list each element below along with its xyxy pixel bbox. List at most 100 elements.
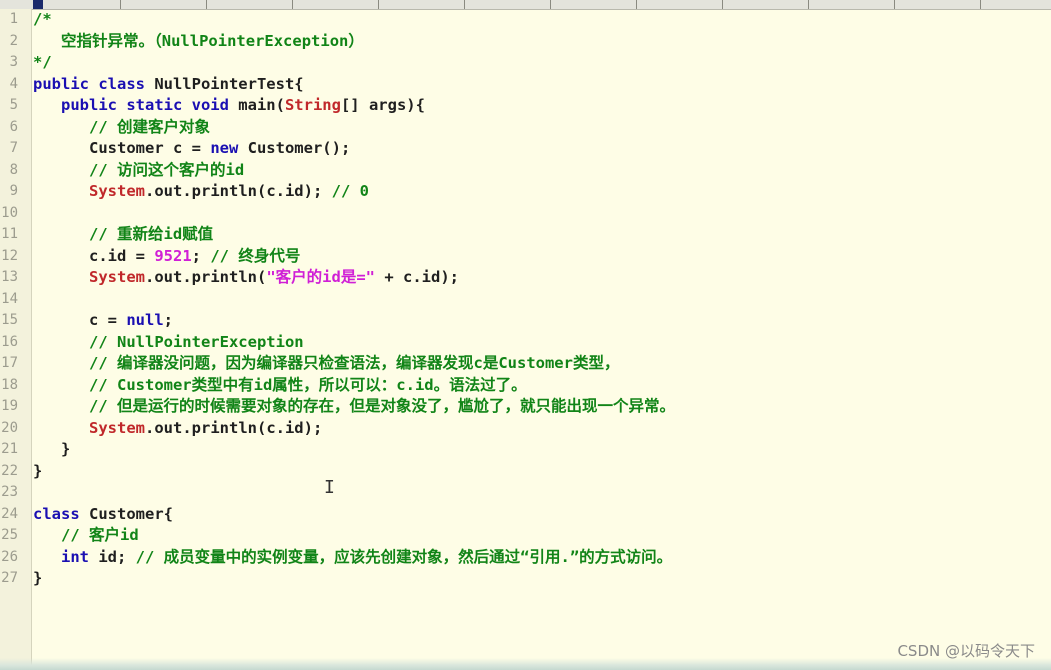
code-token: new xyxy=(210,139,239,157)
code-text: System.out.println("客户的id是=" + c.id); xyxy=(33,267,459,288)
code-text: /* xyxy=(33,9,52,30)
line-number: 15 xyxy=(1,312,18,328)
code-token: c = xyxy=(33,311,127,329)
code-token: */ xyxy=(33,53,52,71)
code-token: } xyxy=(33,440,71,458)
code-token: } xyxy=(33,569,43,587)
text-cursor-ibeam-icon: I xyxy=(324,477,335,498)
line-number: 20 xyxy=(1,419,18,436)
ruler-tick xyxy=(464,0,465,9)
code-token: [] args){ xyxy=(340,96,425,114)
code-token: + c.id); xyxy=(375,268,459,286)
code-line[interactable]: 1 /* xyxy=(0,9,1051,30)
line-number: 17 xyxy=(1,355,18,371)
line-number: 3 xyxy=(9,54,18,70)
code-line[interactable]: 10 xyxy=(0,203,1051,224)
code-token: null xyxy=(126,311,164,329)
code-text: // NullPointerException xyxy=(33,332,304,353)
code-token: // 客户id xyxy=(33,526,139,544)
code-token: // 成员变量中的实例变量，应该先创建对象，然后通过“引用.”的方式访问。 xyxy=(135,547,673,566)
code-token: System xyxy=(89,268,145,286)
code-token: NullPointerTest{ xyxy=(144,74,304,93)
code-line[interactable]: 22} xyxy=(0,461,1051,482)
code-token: public static void xyxy=(33,96,229,114)
code-text: } xyxy=(33,568,42,589)
code-text: // Customer类型中有id属性，所以可以：c.id。语法过了。 xyxy=(33,375,527,396)
code-line[interactable]: 24 class Customer{ xyxy=(0,504,1051,525)
code-token: ; xyxy=(163,311,173,329)
code-line[interactable]: 21 } xyxy=(0,439,1051,460)
code-token: System xyxy=(89,182,145,200)
code-line[interactable]: 3 */ xyxy=(0,52,1051,73)
code-token: // NullPointerException xyxy=(33,332,304,351)
line-number: 9 xyxy=(9,183,18,199)
ruler-tick xyxy=(206,0,207,9)
line-number: 22 xyxy=(1,462,18,479)
code-token: .out.println(c.id); xyxy=(145,182,332,200)
code-line[interactable]: 27} xyxy=(0,568,1051,589)
code-line[interactable]: 25 // 客户id xyxy=(0,525,1051,546)
line-number: 16 xyxy=(1,333,18,350)
code-token: id; xyxy=(89,547,136,566)
code-text: System.out.println(c.id); xyxy=(33,418,322,439)
code-text: // 客户id xyxy=(33,525,139,546)
line-number: 7 xyxy=(9,140,18,156)
code-line[interactable]: 5 public static void main(String[] args)… xyxy=(0,95,1051,116)
code-token: 9521 xyxy=(154,246,192,265)
code-token: /* xyxy=(33,10,52,28)
code-line[interactable]: 16 // NullPointerException xyxy=(0,332,1051,353)
line-number: 6 xyxy=(9,118,18,135)
code-token: // 编译器没问题，因为编译器只检查语法，编译器发现c是Customer类型， xyxy=(33,354,620,372)
code-token: .out.println( xyxy=(145,268,267,286)
line-number: 27 xyxy=(1,570,18,586)
code-line[interactable]: 8 // 访问这个客户的id xyxy=(0,160,1051,181)
code-line[interactable]: 11 // 重新给id赋值 xyxy=(0,224,1051,245)
code-line[interactable]: 18 // Customer类型中有id属性，所以可以：c.id。语法过了。 xyxy=(0,375,1051,396)
code-line[interactable]: 9 System.out.println(c.id); // 0 xyxy=(0,181,1051,202)
code-line[interactable]: 7 Customer c = new Customer(); xyxy=(0,138,1051,159)
code-line[interactable]: 15 c = null; xyxy=(0,310,1051,331)
line-number: 11 xyxy=(1,226,18,242)
code-token: Customer(); xyxy=(238,139,351,157)
code-line[interactable]: 14 xyxy=(0,289,1051,310)
code-text: int id; // 成员变量中的实例变量，应该先创建对象，然后通过“引用.”的… xyxy=(33,547,672,568)
line-number: 19 xyxy=(1,398,18,414)
code-token: .out.println(c.id); xyxy=(145,418,323,437)
code-text: } xyxy=(33,461,42,482)
code-line[interactable]: 19 // 但是运行的时候需要对象的存在，但是对象没了，尴尬了，就只能出现一个异… xyxy=(0,396,1051,417)
code-token: main( xyxy=(228,96,285,114)
line-number: 23 xyxy=(1,484,18,500)
line-number: 8 xyxy=(9,161,18,178)
code-token: } xyxy=(33,461,43,480)
code-token: // 创建客户对象 xyxy=(33,117,210,136)
code-text: System.out.println(c.id); // 0 xyxy=(33,181,369,202)
code-line[interactable]: 4 public class NullPointerTest{ xyxy=(0,74,1051,95)
code-token: c.id = xyxy=(33,246,155,265)
ruler-tick xyxy=(894,0,895,9)
code-text: 空指针异常。（NullPointerException） xyxy=(33,31,364,52)
line-number: 5 xyxy=(9,97,18,113)
code-token: // 终身代号 xyxy=(210,246,301,265)
line-number: 10 xyxy=(1,204,18,221)
code-line[interactable]: 23 xyxy=(0,482,1051,503)
code-line[interactable]: 13 System.out.println("客户的id是=" + c.id); xyxy=(0,267,1051,288)
code-line[interactable]: 6 // 创建客户对象 xyxy=(0,117,1051,138)
ruler-tick xyxy=(292,0,293,9)
ruler-tick xyxy=(550,0,551,9)
code-text: */ xyxy=(33,52,52,73)
code-text: c.id = 9521; // 终身代号 xyxy=(33,246,300,267)
code-line[interactable]: 26 int id; // 成员变量中的实例变量，应该先创建对象，然后通过“引用… xyxy=(0,547,1051,568)
code-token: // 重新给id赋值 xyxy=(33,225,214,243)
line-number: 14 xyxy=(1,290,18,307)
code-line[interactable]: 2 空指针异常。（NullPointerException） xyxy=(0,31,1051,52)
code-token: "客户的id是=" xyxy=(266,268,375,286)
code-text: // 编译器没问题，因为编译器只检查语法，编译器发现c是Customer类型， xyxy=(33,353,620,374)
code-line[interactable]: 17 // 编译器没问题，因为编译器只检查语法，编译器发现c是Customer类… xyxy=(0,353,1051,374)
code-token: 空指针异常。（NullPointerException） xyxy=(33,31,364,50)
code-line[interactable]: 20 System.out.println(c.id); xyxy=(0,418,1051,439)
code-token: ; xyxy=(191,246,211,265)
watermark-text: CSDN @以码令天下 xyxy=(897,642,1035,660)
code-line[interactable]: 12 c.id = 9521; // 终身代号 xyxy=(0,246,1051,267)
